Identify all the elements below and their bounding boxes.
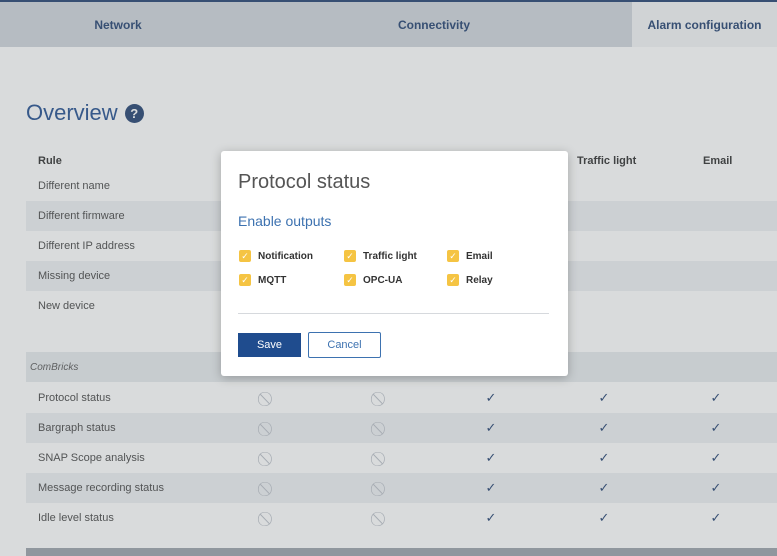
checkbox-checked-icon[interactable]: ✓ xyxy=(344,250,356,262)
option-notification[interactable]: ✓ Notification xyxy=(239,250,313,262)
option-label: Relay xyxy=(466,274,493,286)
option-mqtt[interactable]: ✓ MQTT xyxy=(239,274,286,286)
checkbox-checked-icon[interactable]: ✓ xyxy=(344,274,356,286)
option-opc-ua[interactable]: ✓ OPC-UA xyxy=(344,274,402,286)
option-email[interactable]: ✓ Email xyxy=(447,250,493,262)
option-label: Email xyxy=(466,250,493,262)
checkbox-checked-icon[interactable]: ✓ xyxy=(239,274,251,286)
cancel-button[interactable]: Cancel xyxy=(308,332,381,358)
dialog-divider xyxy=(238,313,549,314)
checkbox-checked-icon[interactable]: ✓ xyxy=(239,250,251,262)
option-label: MQTT xyxy=(258,274,287,286)
option-relay[interactable]: ✓ Relay xyxy=(447,274,493,286)
dialog-subtitle: Enable outputs xyxy=(238,213,332,229)
save-button[interactable]: Save xyxy=(238,333,301,357)
protocol-status-dialog: Protocol status Enable outputs ✓ Notific… xyxy=(221,151,568,376)
option-label: Notification xyxy=(258,250,313,262)
option-label: Traffic light xyxy=(363,250,417,262)
checkbox-checked-icon[interactable]: ✓ xyxy=(447,274,459,286)
dialog-title: Protocol status xyxy=(238,171,371,193)
checkbox-checked-icon[interactable]: ✓ xyxy=(447,250,459,262)
option-label: OPC-UA xyxy=(363,274,403,286)
option-traffic-light[interactable]: ✓ Traffic light xyxy=(344,250,417,262)
